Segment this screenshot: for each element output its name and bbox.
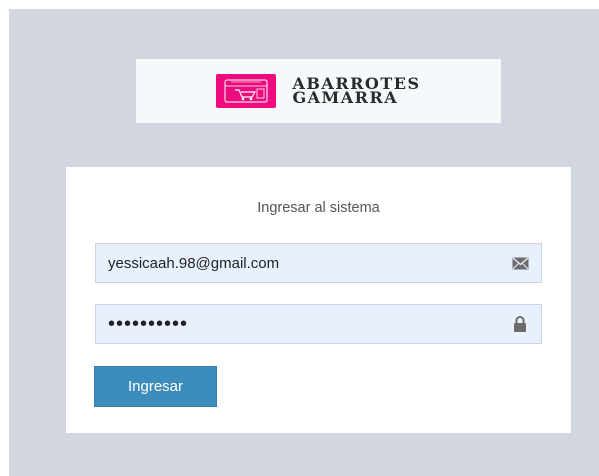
shop-cart-icon	[216, 74, 277, 108]
password-field[interactable]	[96, 305, 511, 343]
lock-icon	[511, 316, 529, 332]
brand-name-line2: GAMARRA	[292, 88, 399, 107]
envelope-icon	[511, 255, 529, 271]
login-card: Ingresar al sistema Ingresar	[66, 167, 571, 433]
login-submit-button[interactable]: Ingresar	[94, 366, 217, 407]
email-field[interactable]	[96, 244, 511, 282]
brand-logo: ABARROTES GAMARRA	[136, 59, 501, 123]
login-title: Ingresar al sistema	[257, 200, 380, 216]
brand-name: ABARROTES GAMARRA	[292, 76, 420, 107]
email-field-wrapper	[95, 243, 542, 283]
password-field-wrapper	[95, 304, 542, 344]
